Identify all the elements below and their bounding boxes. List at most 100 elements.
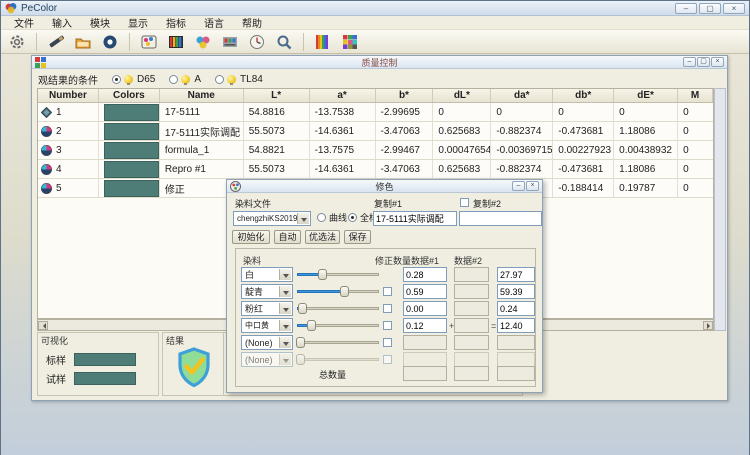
correction-checkbox[interactable]	[383, 338, 392, 347]
maximize-button[interactable]: ▢	[699, 3, 721, 14]
color-machine-icon[interactable]	[220, 32, 240, 52]
dye-file-combobox[interactable]: chengzhiKS2019	[233, 211, 311, 226]
color-grid-icon[interactable]	[340, 32, 360, 52]
result-input[interactable]	[497, 284, 535, 299]
dye-slider[interactable]	[297, 339, 379, 346]
slider-thumb[interactable]	[318, 269, 327, 280]
cell-l: 55.5073	[244, 122, 310, 140]
col-b[interactable]: b*	[376, 89, 434, 102]
data1-input[interactable]	[403, 318, 447, 333]
dialog-minimize-button[interactable]: –	[512, 181, 525, 191]
dye-combobox[interactable]: 中口黄	[241, 318, 293, 333]
save-button[interactable]: 保存	[344, 230, 371, 244]
col-db[interactable]: db*	[553, 89, 614, 102]
rainbow-strip-icon[interactable]	[313, 32, 333, 52]
chevron-down-icon[interactable]	[279, 303, 291, 314]
col-m[interactable]: M	[678, 89, 713, 102]
copy1-input[interactable]	[373, 211, 457, 226]
correction-checkbox[interactable]	[383, 304, 392, 313]
table-row[interactable]: 1 17-5111 54.8816 -13.7538 -2.99695 0 0 …	[38, 103, 713, 122]
table-row[interactable]: 4 Repro #1 55.5073 -14.6361 -3.47063 0.6…	[38, 160, 713, 179]
menu-display[interactable]: 显示	[119, 15, 157, 30]
chevron-down-icon[interactable]	[297, 213, 309, 224]
donut-wheel-icon[interactable]	[100, 32, 120, 52]
chevron-down-icon[interactable]	[279, 337, 291, 348]
col-l[interactable]: L*	[244, 89, 310, 102]
gauge-clock-icon[interactable]	[247, 32, 267, 52]
menu-input[interactable]: 输入	[43, 15, 81, 30]
vertical-scrollbar[interactable]	[714, 88, 726, 331]
col-da[interactable]: da*	[491, 89, 553, 102]
radio-a[interactable]	[169, 75, 178, 84]
radio-d65[interactable]	[112, 75, 121, 84]
dye-combobox[interactable]: 白	[241, 267, 293, 282]
qc-minimize-button[interactable]: –	[683, 57, 696, 67]
qc-maximize-button[interactable]: ▢	[697, 57, 710, 67]
menu-help[interactable]: 帮助	[233, 15, 271, 30]
slider-thumb[interactable]	[340, 286, 349, 297]
col-name[interactable]: Name	[160, 89, 244, 102]
minimize-button[interactable]: –	[675, 3, 697, 14]
correction-checkbox[interactable]	[383, 287, 392, 296]
settings-gear-icon[interactable]	[7, 32, 27, 52]
correction-checkbox[interactable]	[383, 321, 392, 330]
scroll-right-arrow-icon[interactable]	[703, 321, 713, 330]
ink-drops-icon[interactable]	[193, 32, 213, 52]
result-input[interactable]	[497, 267, 535, 282]
slider-thumb[interactable]	[298, 303, 307, 314]
data1-input[interactable]	[403, 284, 447, 299]
slider-thumb[interactable]	[307, 320, 316, 331]
data1-input[interactable]	[403, 267, 447, 282]
sample-ball-icon	[41, 126, 52, 137]
slider-thumb[interactable]	[296, 337, 305, 348]
copy2-checkbox[interactable]	[460, 198, 469, 207]
illuminant-d65-option[interactable]: D65	[112, 74, 155, 85]
dye-combobox[interactable]: 粉红	[241, 301, 293, 316]
search-icon[interactable]	[274, 32, 294, 52]
col-number[interactable]: Number	[38, 89, 99, 102]
result-input[interactable]	[497, 301, 535, 316]
folder-icon[interactable]	[73, 32, 93, 52]
measure-pencil-icon[interactable]	[46, 32, 66, 52]
auto-button[interactable]: 自动	[274, 230, 301, 244]
sample-rack-icon[interactable]	[166, 32, 186, 52]
radio-sample[interactable]	[348, 213, 357, 222]
copy2-input[interactable]	[459, 211, 542, 226]
menu-module[interactable]: 模块	[81, 15, 119, 30]
menu-language[interactable]: 语言	[195, 15, 233, 30]
dye-row: (None)	[227, 352, 542, 367]
dye-slider[interactable]	[297, 288, 379, 295]
col-de[interactable]: dE*	[614, 89, 678, 102]
dye-combobox[interactable]: (None)	[241, 335, 293, 350]
result-input[interactable]	[497, 318, 535, 333]
correction-checkbox[interactable]	[383, 355, 392, 364]
close-button[interactable]: ×	[723, 3, 745, 14]
mode-curve-option[interactable]: 曲线	[317, 211, 347, 224]
illuminant-tl84-option[interactable]: TL84	[215, 74, 263, 85]
scroll-left-arrow-icon[interactable]	[38, 321, 48, 330]
col-a[interactable]: a*	[310, 89, 376, 102]
dye-slider[interactable]	[297, 305, 379, 312]
menu-indicators[interactable]: 指标	[157, 15, 195, 30]
dye-slider[interactable]	[297, 322, 379, 329]
dye-slider[interactable]	[297, 271, 379, 278]
menu-file[interactable]: 文件	[5, 15, 43, 30]
qc-close-button[interactable]: ×	[711, 57, 724, 67]
illuminant-a-option[interactable]: A	[169, 74, 201, 85]
palette-book-icon[interactable]	[139, 32, 159, 52]
dye-combobox[interactable]: 靛青	[241, 284, 293, 299]
radio-curve[interactable]	[317, 213, 326, 222]
table-row[interactable]: 3 formula_1 54.8821 -13.7575 -2.99467 0.…	[38, 141, 713, 160]
data1-input[interactable]	[403, 301, 447, 316]
initialize-button[interactable]: 初始化	[232, 230, 270, 244]
col-colors[interactable]: Colors	[99, 89, 160, 102]
dialog-close-button[interactable]: ×	[526, 181, 539, 191]
chevron-down-icon[interactable]	[279, 286, 291, 297]
table-row[interactable]: 2 17-5111实际调配 55.5073 -14.6361 -3.47063 …	[38, 122, 713, 141]
chevron-down-icon[interactable]	[279, 269, 291, 280]
chevron-down-icon[interactable]	[279, 320, 291, 331]
radio-tl84[interactable]	[215, 75, 224, 84]
col-dl[interactable]: dL*	[433, 89, 491, 102]
optimize-button[interactable]: 优选法	[305, 230, 340, 244]
dye-row: (None)	[227, 335, 542, 350]
